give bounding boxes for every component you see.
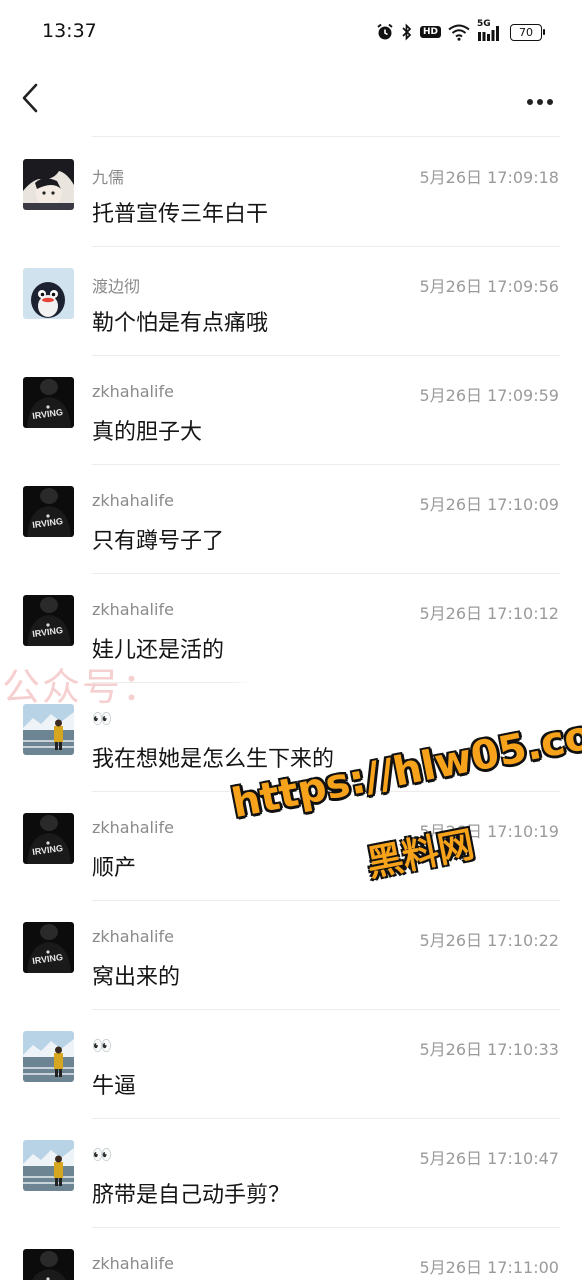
message-text: 真的胆子大 — [92, 420, 203, 445]
sender-name: 👀 — [92, 1145, 112, 1164]
wifi-icon — [448, 24, 470, 41]
message-item[interactable]: IRVING zkhahalife 5月26日 17:10:09 只有蹲号子了 — [0, 465, 582, 574]
message-time: 5月26日 17:10:09 — [419, 495, 560, 514]
watermark-label: 公众号： — [2, 665, 163, 709]
message-item[interactable]: IRVING zkhahalife 5月26日 17:10:22 窝出来的 — [0, 901, 582, 1010]
nav-bar — [0, 64, 582, 136]
blurred-cover — [240, 652, 570, 722]
message-time: 5月26日 17:09:59 — [419, 386, 560, 405]
signal-5g-icon: 5G — [477, 19, 503, 42]
message-text: 勒个怕是有点痛哦 — [92, 311, 269, 336]
message-text: 只有蹲号子了 — [92, 529, 225, 554]
avatar[interactable]: IRVING — [23, 595, 74, 646]
message-text: 窝出来的 — [92, 965, 181, 990]
sender-name: 👀 — [92, 709, 112, 728]
message-time: 5月26日 17:10:33 — [419, 1040, 560, 1059]
more-options-button[interactable] — [520, 84, 560, 116]
hd-icon: HD — [419, 26, 441, 38]
sender-name: zkhahalife — [92, 927, 174, 946]
chevron-left-icon — [21, 83, 39, 117]
more-dots-icon — [526, 91, 554, 110]
alarm-icon — [376, 23, 394, 41]
message-time: 5月26日 17:10:22 — [419, 931, 560, 950]
message-text: 托普宣传三年白干 — [92, 202, 269, 227]
status-time: 13:37 — [42, 20, 97, 42]
avatar[interactable] — [23, 159, 74, 210]
network-label: 5G — [477, 19, 491, 29]
message-text: 脐带是自己动手剪？ — [92, 1183, 291, 1208]
message-time: 5月26日 17:10:12 — [419, 604, 560, 623]
avatar[interactable] — [23, 268, 74, 319]
message-text: 顺产 — [92, 856, 137, 881]
avatar[interactable]: IRVING — [23, 1249, 74, 1280]
sender-name: zkhahalife — [92, 1254, 174, 1273]
message-item[interactable]: 九儒 5月26日 17:09:18 托普宣传三年白干 — [0, 138, 582, 247]
sender-name: 渡边彻 — [92, 277, 141, 296]
avatar[interactable]: IRVING — [23, 486, 74, 537]
avatar[interactable] — [23, 1140, 74, 1191]
message-item[interactable]: 👀 5月26日 17:10:47 脐带是自己动手剪？ — [0, 1119, 582, 1228]
back-button[interactable] — [14, 82, 46, 118]
header-divider — [92, 136, 560, 137]
avatar[interactable]: IRVING — [23, 922, 74, 973]
bluetooth-icon — [401, 23, 413, 41]
sender-name: 👀 — [92, 1036, 112, 1055]
sender-name: zkhahalife — [92, 818, 174, 837]
message-time: 5月26日 17:09:56 — [419, 277, 560, 296]
message-time: 5月26日 17:10:47 — [419, 1149, 560, 1168]
message-time: 5月26日 17:11:00 — [419, 1258, 560, 1277]
avatar[interactable]: IRVING — [23, 813, 74, 864]
message-item[interactable]: 👀 5月26日 17:10:33 牛逼 — [0, 1010, 582, 1119]
sender-name: zkhahalife — [92, 382, 174, 401]
sender-name: zkhahalife — [92, 491, 174, 510]
avatar[interactable] — [23, 704, 74, 755]
avatar[interactable]: IRVING — [23, 377, 74, 428]
message-time: 5月26日 17:09:18 — [419, 168, 560, 187]
message-item[interactable]: 渡边彻 5月26日 17:09:56 勒个怕是有点痛哦 — [0, 247, 582, 356]
message-text: 牛逼 — [92, 1074, 137, 1099]
sender-name: zkhahalife — [92, 600, 174, 619]
status-icons: HD 5G 70 — [376, 19, 545, 44]
message-item[interactable]: IRVING zkhahalife 5月26日 17:09:59 真的胆子大 — [0, 356, 582, 465]
avatar[interactable] — [23, 1031, 74, 1082]
sender-name: 九儒 — [92, 168, 125, 187]
status-bar: 13:37 HD 5G 70 — [0, 0, 582, 64]
message-item[interactable]: IRVING zkhahalife 5月26日 17:11:00 — [0, 1228, 582, 1280]
battery-icon: 70 — [510, 23, 545, 41]
